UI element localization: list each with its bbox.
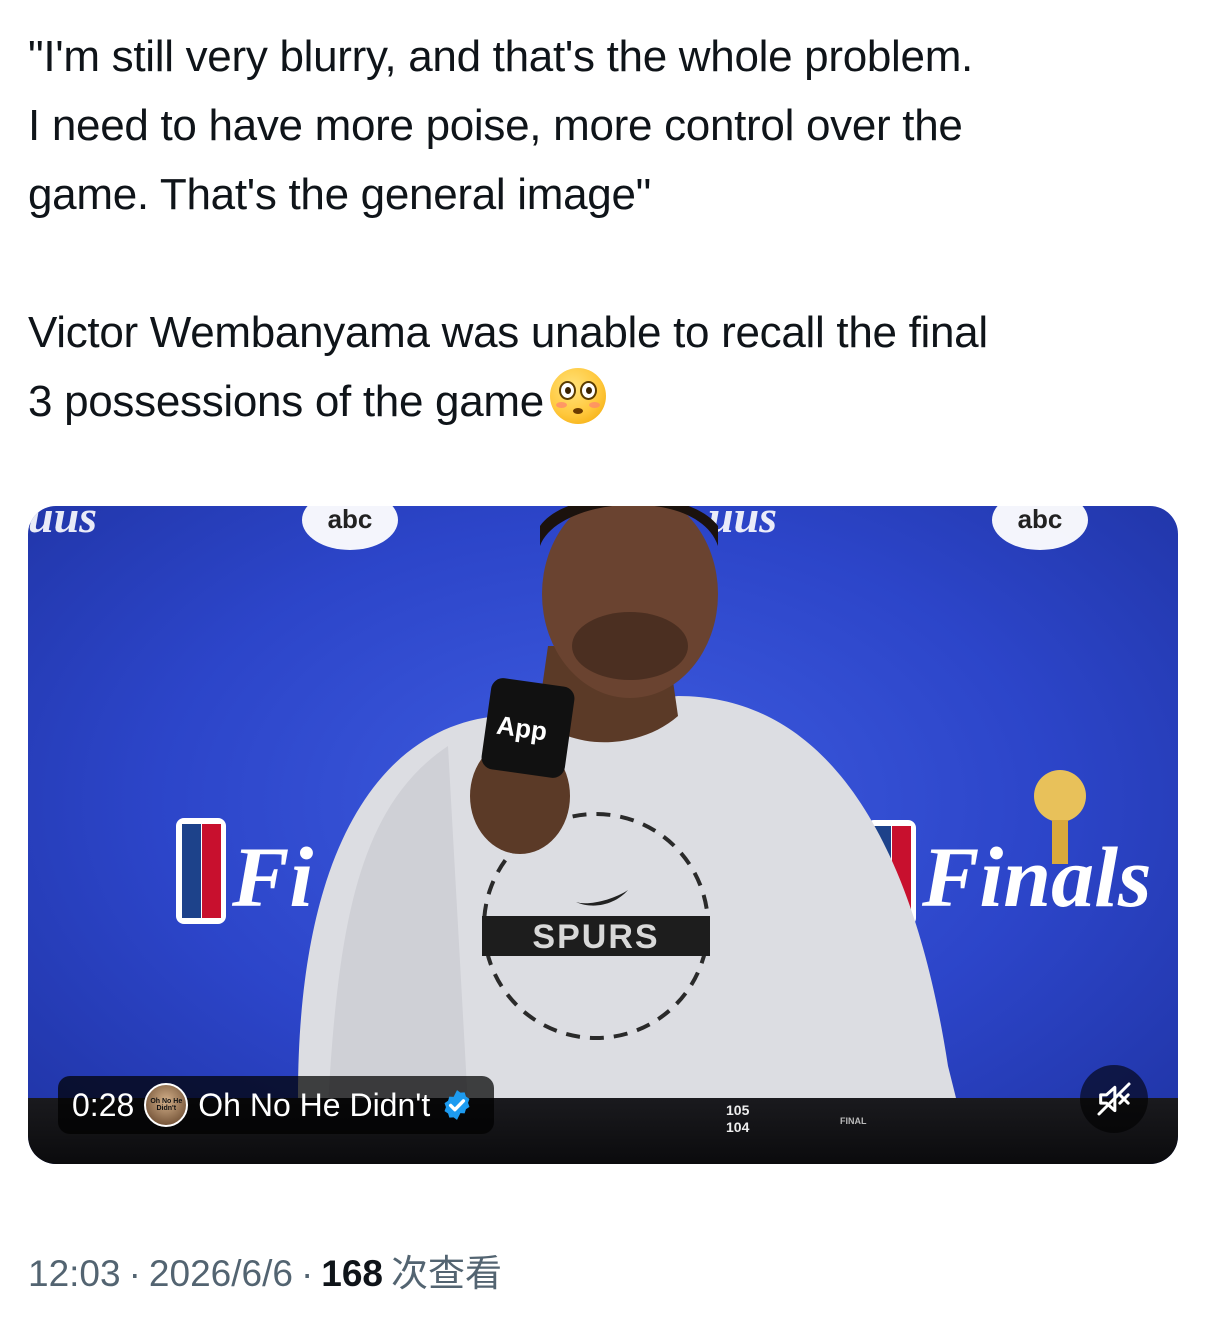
svg-text:Fi: Fi	[231, 829, 313, 925]
tweet-metadata: 12:03 · 2026/6/6 · 168 次查看	[28, 1243, 502, 1297]
tweet-line: "I'm still very blurry, and that's the w…	[28, 32, 973, 81]
tweet-line: 3 possessions of the game	[28, 367, 1178, 436]
video-player[interactable]: abc abc uus uus Fi Finals SPURS App 105 …	[28, 506, 1178, 1164]
score-bottom: 104	[726, 1119, 750, 1135]
verified-badge-icon	[444, 1090, 470, 1120]
svg-text:uus: uus	[28, 506, 97, 542]
separator: ·	[128, 1253, 141, 1294]
tweet-time[interactable]: 12:03	[28, 1253, 121, 1294]
score-status: FINAL	[840, 1116, 867, 1126]
backdrop-logo-text: abc	[1018, 506, 1063, 534]
svg-text:uus: uus	[708, 506, 777, 542]
source-avatar-text: Oh No He Didn't	[150, 1098, 183, 1112]
score-top: 105	[726, 1102, 750, 1118]
views-label: 次查看	[391, 1253, 503, 1294]
backdrop-finals-text: Finals	[921, 829, 1151, 925]
source-name[interactable]: Oh No He Didn't	[198, 1087, 430, 1124]
tweet-line: I need to have more poise, more control …	[28, 101, 963, 150]
tweet-line: Victor Wembanyama was unable to recall t…	[28, 308, 988, 357]
backdrop-logo-text: abc	[328, 506, 373, 534]
views-count[interactable]: 168	[321, 1253, 383, 1294]
source-avatar[interactable]: Oh No He Didn't	[144, 1083, 189, 1127]
score-display: 105 104	[726, 1102, 749, 1136]
separator: ·	[300, 1253, 314, 1294]
speaker-muted-icon	[1097, 1082, 1131, 1116]
flushed-face-emoji	[549, 368, 606, 424]
tweet-date[interactable]: 2026/6/6	[149, 1253, 293, 1294]
tweet-line-text: 3 possessions of the game	[28, 377, 544, 426]
video-frame: abc abc uus uus Fi Finals SPURS App	[28, 506, 1151, 1106]
video-elapsed-time: 0:28	[72, 1086, 135, 1123]
video-overlay-info[interactable]: 0:28 Oh No He Didn't Oh No He Didn't	[58, 1076, 495, 1134]
shirt-text: SPURS	[532, 918, 659, 956]
tweet-line: game. That's the general image"	[28, 170, 651, 219]
tweet-text: "I'm still very blurry, and that's the w…	[28, 22, 1178, 436]
mute-toggle-button[interactable]	[1080, 1065, 1148, 1133]
